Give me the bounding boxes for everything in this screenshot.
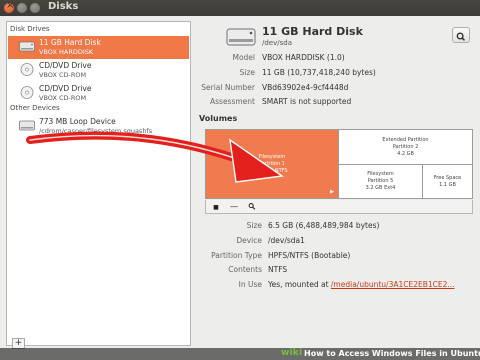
- free-space-block[interactable]: Free Space 1.1 GB: [423, 165, 472, 198]
- free-space-size: 1.1 GB: [439, 181, 456, 188]
- delete-partition-button[interactable]: —: [228, 201, 240, 212]
- disk-drives-header: Disk Drives: [10, 25, 50, 33]
- watermark-caption: How to Access Windows Files in Ubuntu: [304, 349, 480, 358]
- sidebar-item-name: 773 MB Loop Device: [39, 117, 116, 126]
- volume-toolbar: ■ —: [205, 200, 473, 214]
- partition-1-type: Filesystem: [258, 153, 286, 160]
- in-use-label: In Use: [238, 280, 262, 289]
- extended-partition-size: 4.2 GB: [397, 150, 414, 157]
- partition-type-value: HPFS/NTFS (Bootable): [268, 251, 351, 260]
- in-use-prefix: Yes, mounted at: [268, 280, 331, 289]
- contents-label: Contents: [228, 265, 262, 274]
- drives-sidebar: Disk Drives 11 GB Hard Disk VBOX HARDDIS…: [6, 21, 191, 346]
- size-label: Size: [239, 68, 255, 77]
- sidebar-item-cd-dvd-2[interactable]: CD/DVD Drive VBOX CD-ROM: [8, 82, 189, 105]
- extended-partition-name: Partition 2: [392, 143, 419, 150]
- minus-icon: —: [230, 202, 238, 211]
- volumes-heading: Volumes: [199, 114, 238, 123]
- partition-1-size: 6.5 GB NTFS: [256, 167, 288, 174]
- partition-5-name: Partition 5: [367, 178, 394, 184]
- sidebar-item-sub: /cdrom/casper/filesystem.squashfs: [39, 127, 153, 135]
- optical-drive-icon: [20, 86, 34, 99]
- partition-type-label: Partition Type: [211, 251, 262, 260]
- sidebar-item-sub: VBOX CD-ROM: [39, 94, 87, 102]
- watermark-bar: wiki How to Access Windows Files in Ubun…: [0, 348, 480, 360]
- unmount-button[interactable]: ■: [210, 201, 222, 212]
- close-window-button[interactable]: [4, 0, 14, 13]
- partition-5-block[interactable]: Filesystem Partition 5 3.2 GB Ext4: [339, 165, 422, 198]
- sidebar-item-name: 11 GB Hard Disk: [39, 38, 101, 47]
- hard-disk-large-icon: [226, 28, 256, 46]
- assessment-value: SMART is not supported: [262, 97, 352, 106]
- wikihow-logo: wiki: [281, 348, 302, 358]
- watermark-text: to Access Windows Files in Ubuntu: [326, 349, 480, 358]
- sidebar-item-loop-device[interactable]: 773 MB Loop Device /cdrom/casper/filesys…: [8, 115, 189, 138]
- title-bar: Disks: [0, 0, 480, 16]
- stop-icon: ■: [213, 204, 219, 211]
- gear-icon: [248, 203, 256, 210]
- partition-1-name: Partition 1: [259, 160, 285, 167]
- other-devices-header: Other Devices: [10, 104, 60, 112]
- sidebar-item-name: CD/DVD Drive: [39, 61, 92, 70]
- disk-path: /dev/sda: [262, 39, 292, 47]
- gear-icon: [456, 32, 466, 41]
- sidebar-item-name: CD/DVD Drive: [39, 84, 92, 93]
- device-value: /dev/sda1: [268, 236, 305, 245]
- watermark-how: How: [304, 349, 324, 358]
- play-icon: ▶: [330, 189, 334, 195]
- sidebar-item-hard-disk[interactable]: 11 GB Hard Disk VBOX HARDDISK: [8, 36, 189, 59]
- optical-drive-icon: [20, 63, 34, 76]
- extended-partition-type: Extended Partition: [382, 136, 429, 143]
- minimize-window-button[interactable]: [17, 3, 27, 13]
- in-use-value: Yes, mounted at /media/ubuntu/3A1CE2EB1C…: [268, 280, 455, 289]
- serial-number-value: VBd63902e4-9cf4448d: [262, 83, 349, 92]
- contents-value: NTFS: [268, 265, 288, 274]
- partition-5-size: 3.2 GB Ext4: [365, 185, 396, 191]
- volumes-map: Filesystem Partition 1 6.5 GB NTFS ▶ Ext…: [205, 129, 473, 199]
- sidebar-item-sub: VBOX CD-ROM: [39, 71, 87, 79]
- disks-window: Disks Disk Drives 11 GB Hard Disk VBOX H…: [0, 0, 480, 360]
- partition-size-label: Size: [246, 221, 262, 230]
- serial-number-label: Serial Number: [201, 83, 255, 92]
- hard-disk-icon: [19, 41, 35, 52]
- free-space-label: Free Space: [433, 174, 462, 181]
- device-label: Device: [236, 236, 262, 245]
- partition-size-value: 6.5 GB (6,488,489,984 bytes): [268, 221, 380, 230]
- disk-settings-button[interactable]: [452, 27, 470, 43]
- maximize-window-button[interactable]: [30, 3, 40, 13]
- partition-5-type: Filesystem: [367, 171, 394, 177]
- model-label: Model: [232, 53, 255, 62]
- size-value: 11 GB (10,737,418,240 bytes): [262, 68, 376, 77]
- disk-title: 11 GB Hard Disk: [262, 25, 363, 38]
- assessment-label: Assessment: [210, 97, 255, 106]
- window-title: Disks: [48, 1, 79, 12]
- wikihow-logo-main: wiki: [281, 348, 303, 358]
- loop-device-icon: [19, 120, 35, 131]
- model-value: VBOX HARDDISK (1.0): [262, 53, 345, 62]
- partition-1-block[interactable]: Filesystem Partition 1 6.5 GB NTFS ▶: [206, 130, 338, 198]
- mount-point-link[interactable]: /media/ubuntu/3A1CE2EB1CE2...: [331, 280, 455, 289]
- sidebar-item-cd-dvd-1[interactable]: CD/DVD Drive VBOX CD-ROM: [8, 59, 189, 82]
- sidebar-item-sub: VBOX HARDDISK: [39, 48, 94, 56]
- partition-settings-button[interactable]: [246, 201, 258, 212]
- extended-partition-block[interactable]: Extended Partition Partition 2 4.2 GB: [339, 130, 472, 164]
